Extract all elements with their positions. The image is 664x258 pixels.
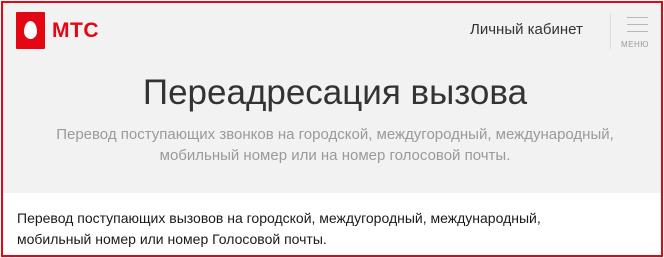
subtitle-line-1: Перевод поступающих звонков на городской… [56,126,614,143]
description-line-1: Перевод поступающих вызовов на городской… [17,210,541,226]
mts-logo[interactable]: МТС [16,12,99,49]
hero-section: МТС Личный кабинет МЕНЮ Переадресация вы… [3,3,661,193]
menu-button[interactable]: МЕНЮ [619,11,655,53]
personal-account-link[interactable]: Личный кабинет [470,21,583,38]
menu-divider [610,13,611,49]
page-title: Переадресация вызова [142,73,528,112]
menu-label: МЕНЮ [621,40,649,49]
subtitle-line-2: мобильный номер или на номер голосовой п… [159,147,511,164]
screenshot-frame: МТС Личный кабинет МЕНЮ Переадресация вы… [1,1,663,257]
page-subtitle: Перевод поступающих звонков на городской… [23,124,647,166]
service-description: Перевод поступающих вызовов на городской… [17,208,647,250]
mts-egg-icon [16,12,45,49]
logo-text: МТС [52,18,99,42]
hamburger-icon [627,17,648,38]
description-line-2: мобильный номер или номер Голосовой почт… [17,231,327,247]
